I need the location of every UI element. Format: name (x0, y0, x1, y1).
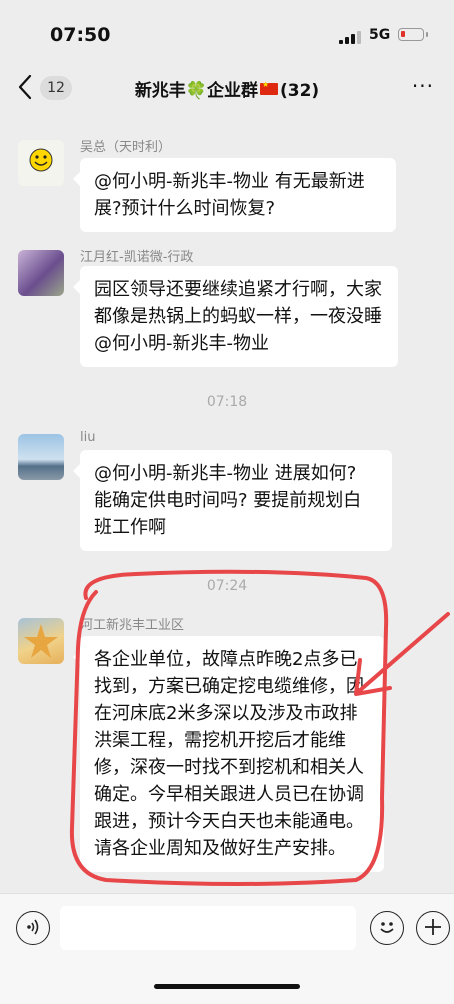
message-input[interactable] (60, 906, 356, 950)
title-name-suffix: 企业群 (206, 81, 258, 101)
signal-icon (339, 30, 361, 44)
plus-button[interactable] (416, 911, 450, 945)
message-bubble[interactable]: @何小明-新兆丰-物业 进展如何? 能确定供电时间吗? 要提前规划白班工作啊 (73, 450, 392, 551)
network-type: 5G (369, 27, 391, 43)
starfish-avatar-icon (24, 624, 58, 658)
emoji-icon (380, 922, 394, 933)
plus-icon (425, 919, 441, 935)
avatar[interactable] (18, 434, 64, 480)
clover-emoji: 🍀 (185, 81, 207, 101)
battery-icon (398, 28, 428, 41)
member-count: (32) (279, 81, 320, 101)
voice-icon (27, 919, 39, 935)
sender-name: liu (80, 430, 96, 445)
time-divider: 07:24 (206, 578, 248, 594)
input-bar (0, 893, 454, 964)
title-name: 新兆丰 (134, 81, 186, 101)
avatar[interactable] (18, 250, 64, 296)
chat-header: 12 新兆丰🍀企业群(32) ··· (0, 62, 454, 114)
time-divider: 07:18 (206, 394, 248, 410)
china-flag-icon (259, 80, 278, 95)
emoji-button[interactable] (370, 911, 404, 945)
chat-title: 新兆丰🍀企业群 (32) (0, 76, 454, 101)
home-indicator[interactable] (154, 984, 300, 989)
more-button[interactable]: ··· (412, 74, 434, 98)
message-bubble[interactable]: @何小明-新兆丰-物业 有无最新进展?预计什么时间恢复? (73, 158, 396, 232)
smiley-avatar-icon (29, 148, 53, 172)
status-bar: 07:50 5G (0, 0, 454, 62)
sender-name: 河工新兆丰工业区 (80, 618, 185, 633)
sender-name: 吴总（天时利） (80, 140, 172, 155)
voice-button[interactable] (16, 911, 50, 945)
status-time: 07:50 (50, 24, 111, 46)
avatar[interactable] (18, 618, 64, 664)
sender-name: 江月红-凯诺微-行政 (80, 250, 194, 265)
avatar[interactable] (18, 140, 64, 186)
message-bubble[interactable]: 园区领导还要继续追紧才行啊，大家都像是热锅上的蚂蚁一样，一夜没睡 @何小明-新兆… (73, 266, 398, 367)
message-bubble[interactable]: 各企业单位，故障点昨晚2点多已找到，方案已确定挖电缆维修，因在河床底2米多深以及… (73, 636, 384, 872)
